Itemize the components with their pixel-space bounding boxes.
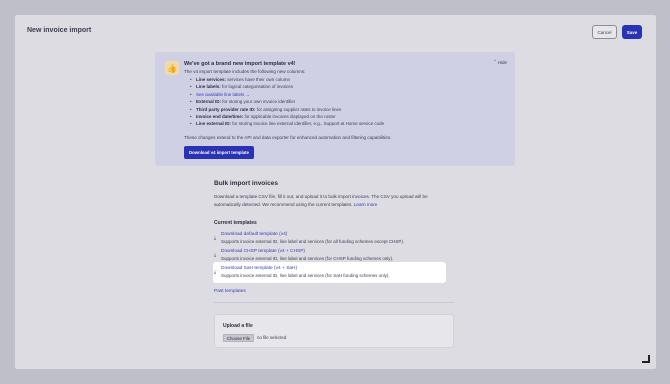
current-templates-label: Current templates xyxy=(214,220,257,226)
feature-name: Line labels: xyxy=(196,84,221,90)
feature-list: Line services: services have their own c… xyxy=(184,76,504,128)
learn-more-link[interactable]: Learn more xyxy=(354,202,378,207)
upload-title: Upload a file xyxy=(223,323,253,329)
template-description: Supports invoice external ID, line label… xyxy=(221,238,405,244)
hide-toggle[interactable]: ⌃ Hide xyxy=(493,59,507,65)
feature-text: for assigning supplier rates to invoice … xyxy=(255,106,342,112)
notice-footnote: These changes extend to the API and data… xyxy=(184,135,392,140)
feature-item: Line external ID: for storing invoice li… xyxy=(184,120,504,128)
page-title: New invoice import xyxy=(27,27,92,34)
chevron-up-icon: ⌃ xyxy=(493,59,497,64)
download-icon: ⤓ xyxy=(214,252,216,257)
feature-item: External ID: for storing your own invoic… xyxy=(184,98,504,106)
download-default-template-link[interactable]: Download default template (v4) xyxy=(221,232,287,237)
feature-name: Line services: xyxy=(196,77,227,82)
download-chsp-template-link[interactable]: Download CHSP template (v4 + CHSP) xyxy=(221,249,305,254)
page-header: New invoice import Cancel Save xyxy=(15,15,656,47)
download-icon: ⤓ xyxy=(214,235,216,240)
choose-file-button[interactable]: Choose File xyxy=(223,334,254,342)
feature-item: See available line labels → xyxy=(184,91,504,99)
hide-label: Hide xyxy=(497,59,508,65)
feature-item: Line labels: for logical categorisation … xyxy=(184,83,504,91)
download-icon: ⤓ xyxy=(214,269,216,274)
template-description: Supports invoice external ID, line label… xyxy=(221,272,390,278)
bulk-import-title: Bulk import invoices xyxy=(214,180,278,187)
feature-name: Third party provider rate ID: xyxy=(196,106,256,112)
feature-name: Invoice end date/time: xyxy=(196,114,244,120)
feature-item: Third party provider rate ID: for assign… xyxy=(184,106,504,114)
notice-title: We've got a brand new import template v4… xyxy=(184,61,296,67)
past-templates-link[interactable]: Past templates xyxy=(214,289,246,294)
thumbs-up-icon: 👍 xyxy=(165,61,179,75)
cancel-button[interactable]: Cancel xyxy=(592,25,617,39)
divider xyxy=(214,302,454,303)
download-v4-template-button[interactable]: Download v4 import template xyxy=(184,146,254,159)
feature-text: for storing invoice line external identi… xyxy=(231,121,385,127)
v4-template-notice: 👍 We've got a brand new import template … xyxy=(155,52,515,166)
see-line-labels-link[interactable]: See available line labels → xyxy=(196,92,250,97)
invoice-import-window: New invoice import Cancel Save 👍 We've g… xyxy=(15,15,656,369)
file-status: no file selected xyxy=(257,335,287,340)
feature-item: Invoice end date/time: for applicable in… xyxy=(184,113,504,121)
template-description: Supports invoice external ID, line label… xyxy=(221,255,394,261)
resize-grip-icon[interactable] xyxy=(642,355,650,363)
notice-intro: The v4 import template includes the foll… xyxy=(184,69,306,74)
feature-name: External ID: xyxy=(196,99,222,105)
upload-file-panel: Upload a file Choose File no file select… xyxy=(214,314,454,348)
feature-text: services have their own column xyxy=(226,77,291,82)
bulk-description-text: Download a template CSV file, fill it ou… xyxy=(214,194,428,207)
feature-name: Line external ID: xyxy=(196,121,232,127)
save-button[interactable]: Save xyxy=(622,25,642,39)
feature-text: for applicable invoices displayed on the… xyxy=(243,114,336,120)
bulk-import-section: Bulk import invoices Download a template… xyxy=(214,180,459,278)
feature-item: Line services: services have their own c… xyxy=(184,76,504,84)
feature-text: for storing your own invoice identifier xyxy=(221,99,296,105)
download-sah-template-link[interactable]: Download SaH template (v4 + SaH) xyxy=(221,266,297,271)
bulk-import-description: Download a template CSV file, fill it ou… xyxy=(214,193,444,208)
feature-text: for logical categorisation of invoices xyxy=(220,84,294,90)
